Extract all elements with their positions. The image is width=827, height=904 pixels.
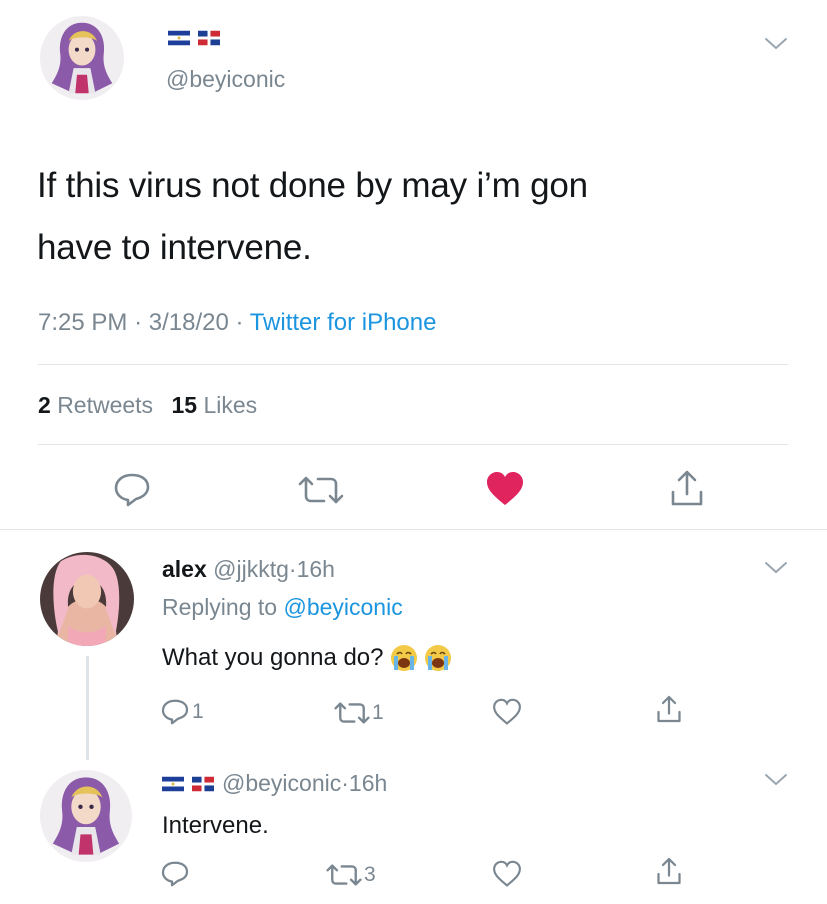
reply-action[interactable] [160,860,190,888]
retweet-count: 3 [364,863,376,886]
reply-time: 16h [348,770,388,796]
likes-stat[interactable]: 15 Likes [171,392,257,418]
reply-author-avatar[interactable] [40,770,132,862]
share-icon[interactable] [654,856,684,886]
meta-separator: · [134,309,143,336]
author-handle[interactable]: @beyiconic [166,66,285,93]
retweets-count: 2 [38,392,51,418]
meta-separator: · [288,556,297,582]
meta-separator: · [235,309,244,336]
reply-text: Intervene. [162,812,269,839]
share-icon[interactable] [667,468,707,508]
divider [38,444,788,445]
reply-author-avatar[interactable] [40,552,134,646]
heart-outline-icon[interactable] [492,860,522,888]
replying-to-handle[interactable]: @beyiconic [283,594,402,620]
author-name-flags [168,30,220,46]
meta-separator: · [341,770,349,796]
tweet-text-line-2: have to intervene. [37,228,312,267]
reply-text: What you gonna do? [162,644,384,671]
retweet-count: 1 [372,701,384,724]
retweet-icon[interactable] [326,862,362,888]
replying-to: Replying to @beyiconic [162,594,403,621]
el-salvador-flag-icon [162,776,184,792]
heart-outline-icon[interactable] [492,698,522,726]
like-action[interactable] [492,698,522,731]
tweet-time: 7:25 PM [38,309,128,336]
tweet-source-link[interactable]: Twitter for iPhone [250,309,437,336]
chevron-down-icon[interactable] [763,772,789,788]
dominican-republic-flag-icon [198,30,220,46]
author-avatar[interactable] [40,16,124,100]
tweet-stats: 2 Retweets 15 Likes [38,392,257,419]
tweet-text-line-1: If this virus not done by may i’m gon [37,166,588,205]
reply-count: 1 [192,700,204,723]
retweets-label: Retweets [57,392,154,418]
reply-action[interactable]: 1 [160,698,204,726]
likes-label: Likes [203,392,258,418]
share-action[interactable] [654,694,684,729]
reply-author-handle[interactable]: @beyiconic [222,770,341,796]
like-icon[interactable] [484,470,526,508]
share-icon[interactable] [654,694,684,724]
crying-face-emoji-icon [390,645,417,671]
likes-count: 15 [171,392,198,418]
chevron-down-icon[interactable] [763,36,789,52]
replying-to-label: Replying to [162,594,278,620]
tweet-date: 3/18/20 [148,309,229,336]
tweet-meta: 7:25 PM · 3/18/20 · Twitter for iPhone [38,309,436,337]
reply-time: 16h [296,556,335,582]
dominican-republic-flag-icon [192,776,214,792]
el-salvador-flag-icon [168,30,190,46]
like-action[interactable] [492,860,522,893]
retweet-action[interactable]: 1 [334,700,384,726]
retweet-action[interactable]: 3 [326,862,376,888]
reply-icon[interactable] [160,860,190,888]
retweet-icon[interactable] [298,474,344,506]
retweet-icon[interactable] [334,700,370,726]
reply-author-handle[interactable]: @jjkktg [213,556,289,582]
reply-header: alex @jjkktg·16h [162,556,335,583]
divider [0,529,827,530]
crying-face-emoji-icon [424,645,451,671]
chevron-down-icon[interactable] [763,560,789,576]
divider [38,364,788,365]
reply-text-row: What you gonna do? [162,644,452,672]
reply-header: @beyiconic·16h [162,770,387,797]
share-action[interactable] [654,856,684,891]
retweets-stat[interactable]: 2 Retweets [38,392,159,418]
thread-connector-line [86,656,89,760]
reply-icon[interactable] [160,698,190,726]
reply-author-name[interactable]: alex [162,556,207,582]
reply-icon[interactable] [112,472,152,508]
